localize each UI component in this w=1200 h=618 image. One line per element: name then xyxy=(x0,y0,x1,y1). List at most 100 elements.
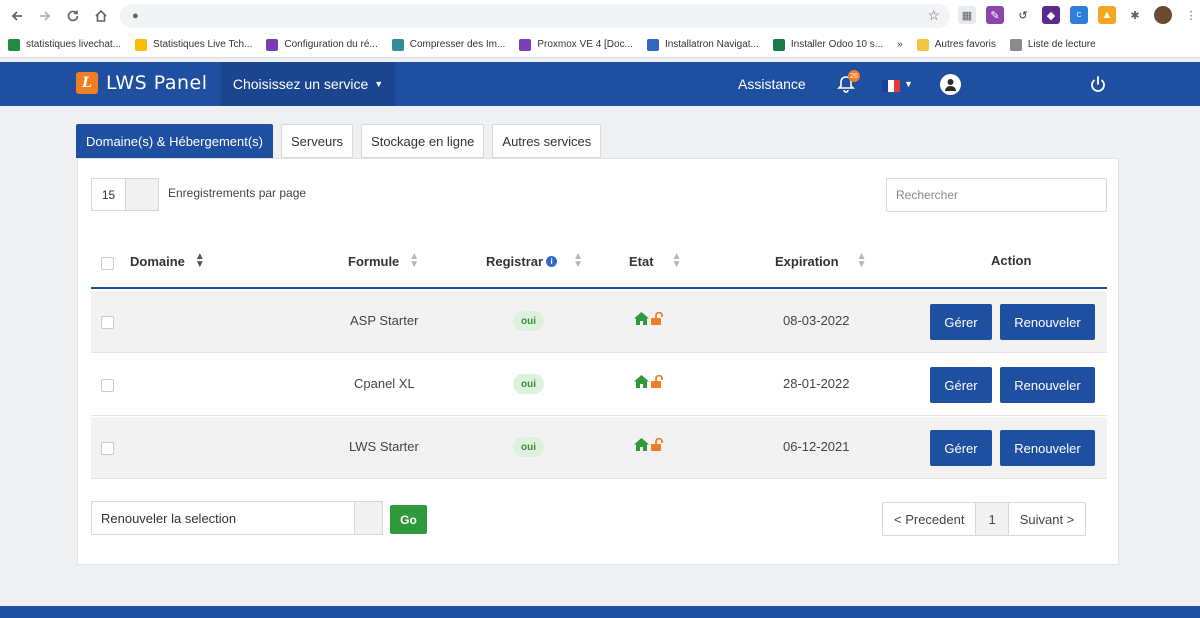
tab-autres-services[interactable]: Autres services xyxy=(492,124,602,158)
renew-button[interactable]: Renouveler xyxy=(1000,430,1095,466)
home-icon xyxy=(634,312,649,325)
forward-arrow-icon[interactable] xyxy=(34,5,56,27)
formula-cell: LWS Starter xyxy=(349,439,419,454)
bookmark-item[interactable]: Liste de lecture xyxy=(1009,38,1096,51)
sort-icon[interactable]: ▲ ▼ xyxy=(573,252,583,270)
formula-cell: Cpanel XL xyxy=(354,376,415,391)
bookmark-item[interactable]: statistiques livechat... xyxy=(8,38,121,51)
column-etat[interactable]: Etat ▲ ▼ xyxy=(629,252,682,270)
column-registrar[interactable]: Registrar i ▲ ▼ xyxy=(486,252,583,270)
assistance-link[interactable]: Assistance xyxy=(738,76,806,92)
tab-serveurs[interactable]: Serveurs xyxy=(281,124,354,158)
logo-icon: L xyxy=(76,72,98,94)
sort-icon[interactable]: ▲ ▼ xyxy=(857,252,867,270)
column-expiration[interactable]: Expiration ▲ ▼ xyxy=(775,252,867,270)
pen-icon[interactable]: ✎ xyxy=(986,6,1004,24)
bookmark-label: Installatron Navigat... xyxy=(664,39,759,50)
menu-dots-icon[interactable]: ⋮ xyxy=(1182,6,1200,24)
current-page[interactable]: 1 xyxy=(975,503,1009,535)
history-icon[interactable]: ↺ xyxy=(1014,6,1032,24)
bulk-action-dropdown-arrow[interactable] xyxy=(354,502,382,534)
sort-icon[interactable]: ▲ ▼ xyxy=(672,252,682,270)
bookmark-label: Compresser des Im... xyxy=(409,39,506,50)
bookmark-item[interactable]: Statistiques Live Tch... xyxy=(135,38,253,51)
select-all-checkbox[interactable] xyxy=(101,257,114,270)
extension-icon[interactable]: ▲ xyxy=(1098,6,1116,24)
search-input[interactable] xyxy=(886,178,1107,212)
manage-button[interactable]: Gérer xyxy=(930,367,992,403)
home-icon xyxy=(634,375,649,388)
bookmark-item[interactable]: Autres favoris xyxy=(916,38,996,51)
bookmark-item[interactable]: Installer Odoo 10 s... xyxy=(772,38,883,51)
back-arrow-icon[interactable] xyxy=(6,5,28,27)
per-page-label: Enregistrements par page xyxy=(168,186,307,200)
row-checkbox[interactable] xyxy=(101,379,114,392)
registrar-badge: oui xyxy=(513,374,544,394)
tab-stockage-en-ligne[interactable]: Stockage en ligne xyxy=(361,124,485,158)
tab-domaines-hebergements[interactable]: Domaine(s) & Hébergement(s) xyxy=(76,124,274,158)
flag-fr-icon[interactable] xyxy=(882,80,900,92)
bookmark-icon xyxy=(772,38,785,51)
bookmark-icon xyxy=(266,38,279,51)
home-icon[interactable] xyxy=(90,5,112,27)
bookmark-label: » xyxy=(897,39,903,50)
column-domaine-label: Domaine xyxy=(130,253,185,269)
column-domaine[interactable]: Domaine ▲ ▼ xyxy=(130,252,205,270)
power-icon[interactable] xyxy=(1088,75,1108,95)
sort-icon[interactable]: ▲ ▼ xyxy=(409,252,419,270)
column-formule-label: Formule xyxy=(348,253,400,269)
star-icon[interactable]: ☆ xyxy=(927,7,940,24)
unlock-icon xyxy=(651,438,663,451)
bookmark-label: Autres favoris xyxy=(934,39,996,50)
renew-button[interactable]: Renouveler xyxy=(1000,367,1095,403)
bookmark-item[interactable]: Configuration du ré... xyxy=(266,38,378,51)
reload-icon[interactable] xyxy=(62,5,84,27)
extension-icon[interactable]: ◆ xyxy=(1042,6,1060,24)
go-button[interactable]: Go xyxy=(390,505,427,534)
extensions-area: ▦ ✎ ↺ ◆ C ▲ ✱ ⋮ xyxy=(958,6,1200,24)
manage-button[interactable]: Gérer xyxy=(930,304,992,340)
bookmark-item[interactable]: Compresser des Im... xyxy=(391,38,506,51)
bulk-action-select[interactable]: Renouveler la selection xyxy=(91,501,383,535)
renew-button[interactable]: Renouveler xyxy=(1000,304,1095,340)
bookmark-item[interactable]: Proxmox VE 4 [Doc... xyxy=(519,38,633,51)
notification-badge: 26 xyxy=(848,70,860,82)
bookmark-icon xyxy=(916,38,929,51)
address-bar[interactable]: ● ☆ xyxy=(120,4,950,28)
user-avatar-icon[interactable] xyxy=(940,74,961,95)
manage-button[interactable]: Gérer xyxy=(930,430,992,466)
services-panel: 15 Enregistrements par page Domaine ▲▼ F… xyxy=(77,158,1119,565)
table-row: LWS Starter oui 06-12-2021 Gérer Renouve… xyxy=(91,417,1107,479)
per-page-select[interactable]: 15 xyxy=(91,178,159,211)
bookmarks-bar: statistiques livechat... Statistiques Liv… xyxy=(0,32,1200,58)
expiration-cell: 06-12-2021 xyxy=(783,439,850,454)
previous-page-button[interactable]: < Precedent xyxy=(883,503,975,535)
puzzle-icon[interactable]: ✱ xyxy=(1126,6,1144,24)
service-dropdown[interactable]: Choisissez un service ▼ xyxy=(221,62,395,106)
next-page-button[interactable]: Suivant > xyxy=(1009,503,1086,535)
service-dropdown-label: Choisissez un service xyxy=(232,76,369,92)
bookmark-item[interactable]: Installatron Navigat... xyxy=(646,38,759,51)
column-formule[interactable]: Formule ▲ ▼ xyxy=(348,252,419,270)
per-page-dropdown-arrow[interactable] xyxy=(126,179,158,210)
pagination: < Precedent 1 Suivant > xyxy=(882,502,1087,536)
bookmark-item[interactable]: » xyxy=(897,39,903,50)
lws-logo[interactable]: L LWS Panel xyxy=(76,72,208,94)
bookmark-label: Statistiques Live Tch... xyxy=(153,39,253,50)
registrar-badge: oui xyxy=(513,437,544,457)
table-row: Cpanel XL oui 28-01-2022 Gérer Renouvele… xyxy=(91,354,1107,416)
bookmark-icon xyxy=(135,38,148,51)
column-registrar-label: Registrar xyxy=(486,253,544,269)
extension-icon[interactable]: ▦ xyxy=(958,6,976,24)
row-checkbox[interactable] xyxy=(101,316,114,329)
per-page-value: 15 xyxy=(92,179,126,210)
bookmark-icon xyxy=(8,38,20,51)
bulk-action-value: Renouveler la selection xyxy=(101,510,237,526)
home-icon xyxy=(634,438,649,451)
expiration-cell: 28-01-2022 xyxy=(783,376,850,391)
extension-icon[interactable]: C xyxy=(1070,6,1088,24)
sort-icon[interactable]: ▲ ▼ xyxy=(195,252,205,270)
profile-avatar[interactable] xyxy=(1154,6,1172,24)
column-expiration-label: Expiration xyxy=(775,253,839,269)
row-checkbox[interactable] xyxy=(101,442,114,455)
